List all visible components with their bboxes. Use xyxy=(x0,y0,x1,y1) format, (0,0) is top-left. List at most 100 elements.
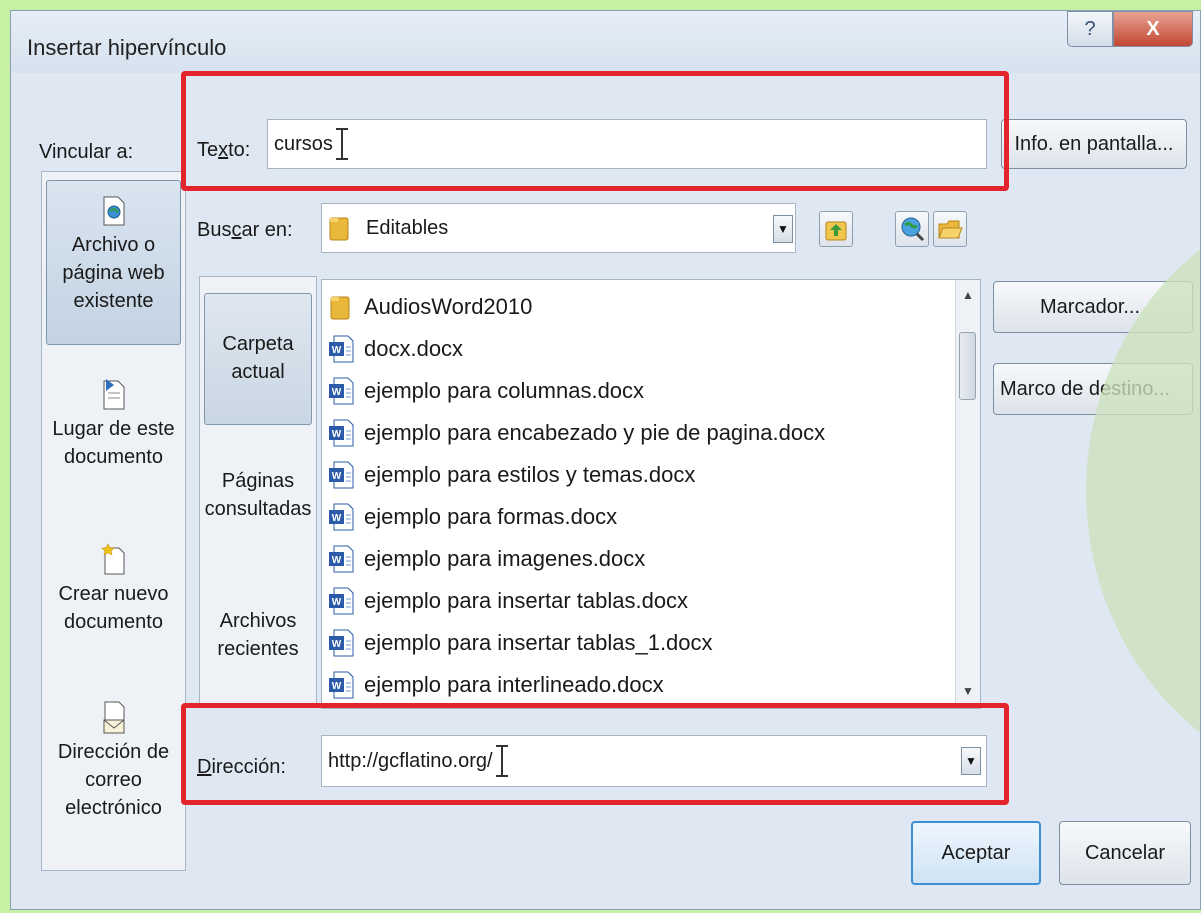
scroll-up-arrow-icon[interactable]: ▲ xyxy=(956,288,980,308)
word-document-icon: W xyxy=(329,335,354,363)
svg-text:W: W xyxy=(332,681,342,692)
current-folder-line1: Carpeta xyxy=(222,333,294,355)
scroll-down-arrow-icon[interactable]: ▼ xyxy=(956,684,980,704)
svg-text:W: W xyxy=(332,597,342,608)
text-input-value: cursos xyxy=(274,132,333,155)
address-cursor-icon xyxy=(495,744,509,778)
look-in-label: Buscar en: xyxy=(197,219,293,241)
browse-current-folder[interactable]: Carpeta actual xyxy=(204,293,312,425)
folder-icon xyxy=(329,217,349,241)
place-in-document-line1: Lugar de este xyxy=(52,418,175,440)
ok-button[interactable]: Aceptar xyxy=(911,821,1041,885)
link-to-place-in-document[interactable]: Lugar de este documento xyxy=(46,377,181,507)
file-list-item[interactable]: Wejemplo para encabezado y pie de pagina… xyxy=(328,416,825,450)
scroll-thumb[interactable] xyxy=(959,332,976,400)
word-document-icon: W xyxy=(329,545,354,573)
insert-hyperlink-dialog: Insertar hipervínculo ? X Vincular a: Te… xyxy=(10,10,1201,910)
file-list-item[interactable]: Wdocx.docx xyxy=(328,332,463,366)
svg-text:W: W xyxy=(332,345,342,356)
email-address-line2: correo xyxy=(85,769,142,791)
address-dropdown-arrow-icon[interactable]: ▼ xyxy=(961,747,981,775)
browse-web-button[interactable] xyxy=(895,211,929,247)
word-document-icon: W xyxy=(329,461,354,489)
address-label: Dirección: xyxy=(197,756,286,778)
file-name: ejemplo para imagenes.docx xyxy=(364,546,646,571)
ok-button-label: Aceptar xyxy=(941,841,1011,864)
up-one-folder-button[interactable] xyxy=(819,211,853,247)
file-name: docx.docx xyxy=(364,336,464,361)
existing-file-line1: Archivo o xyxy=(71,234,156,256)
file-list[interactable]: AudiosWord2010 Wdocx.docx Wejemplo para co… xyxy=(321,279,981,709)
file-name: ejemplo para columnas.docx xyxy=(364,378,645,403)
file-name: ejemplo para formas.docx xyxy=(364,504,618,529)
file-name: ejemplo para encabezado y pie de pagina.… xyxy=(364,420,826,445)
existing-file-line3: existente xyxy=(73,290,154,312)
create-new-document-line1: Crear nuevo xyxy=(58,583,169,605)
svg-text:W: W xyxy=(332,471,342,482)
link-to-label: Vincular a: xyxy=(39,141,134,163)
recent-files-line2: recientes xyxy=(217,638,299,660)
create-new-document-line2: documento xyxy=(64,611,163,633)
svg-text:W: W xyxy=(332,387,342,398)
screen-tip-button[interactable]: Info. en pantalla... xyxy=(1001,119,1187,169)
browse-file-button[interactable] xyxy=(933,211,967,247)
file-name: ejemplo para insertar tablas_1.docx xyxy=(364,630,713,655)
browsed-pages-line1: Páginas xyxy=(221,470,295,492)
svg-text:W: W xyxy=(332,513,342,524)
cancel-button[interactable]: Cancelar xyxy=(1059,821,1191,885)
file-list-item[interactable]: Wejemplo para formas.docx xyxy=(328,500,617,534)
current-folder-line2: actual xyxy=(231,361,285,383)
look-in-dropdown[interactable]: Editables xyxy=(321,203,796,253)
browse-options-panel: Carpeta actual Páginas consultadas Archi… xyxy=(199,276,317,706)
cancel-button-label: Cancelar xyxy=(1084,841,1166,864)
file-name: ejemplo para insertar tablas.docx xyxy=(364,588,689,613)
help-button[interactable]: ? xyxy=(1067,11,1113,47)
look-in-value: Editables xyxy=(366,216,449,239)
browse-browsed-pages[interactable]: Páginas consultadas xyxy=(204,467,312,537)
up-folder-icon xyxy=(825,221,847,241)
place-in-document-line2: documento xyxy=(64,446,163,468)
browsed-pages-line2: consultadas xyxy=(204,498,312,520)
look-in-dropdown-arrow-icon[interactable]: ▼ xyxy=(773,215,793,243)
address-input-value: http://gcflatino.org/ xyxy=(328,749,493,772)
existing-file-line2: página web xyxy=(62,262,165,284)
open-folder-icon xyxy=(938,220,963,239)
word-document-icon: W xyxy=(329,587,354,615)
word-document-icon: W xyxy=(329,377,354,405)
link-to-email-address[interactable]: Dirección de correo electrónico xyxy=(46,700,181,860)
address-input[interactable]: http://gcflatino.org/ xyxy=(321,735,987,787)
file-list-item[interactable]: Wejemplo para insertar tablas.docx xyxy=(328,584,688,618)
file-list-item[interactable]: Wejemplo para insertar tablas_1.docx xyxy=(328,626,713,660)
word-document-icon: W xyxy=(329,671,354,699)
file-list-item[interactable]: Wejemplo para imagenes.docx xyxy=(328,542,645,576)
screen-tip-button-label: Info. en pantalla... xyxy=(1014,132,1174,155)
title-bar: Insertar hipervínculo ? X xyxy=(11,11,1200,73)
recent-files-line1: Archivos xyxy=(219,610,297,632)
close-button[interactable]: X xyxy=(1113,11,1193,47)
word-document-icon: W xyxy=(329,629,354,657)
web-page-icon xyxy=(103,196,124,226)
email-address-line1: Dirección de xyxy=(57,741,170,763)
link-to-create-new-document[interactable]: Crear nuevo documento xyxy=(46,542,181,672)
file-list-item[interactable]: Wejemplo para interlineado.docx xyxy=(328,668,664,702)
text-input[interactable]: cursos xyxy=(267,119,987,169)
place-in-document-icon xyxy=(103,379,124,410)
file-list-item[interactable]: Wejemplo para columnas.docx xyxy=(328,374,644,408)
file-name: ejemplo para interlineado.docx xyxy=(364,672,664,697)
text-cursor-icon xyxy=(335,127,349,161)
text-label: Texto: xyxy=(197,139,251,161)
svg-text:W: W xyxy=(332,639,342,650)
file-list-item[interactable]: AudiosWord2010 xyxy=(328,290,532,324)
folder-icon xyxy=(330,296,350,320)
svg-text:W: W xyxy=(332,429,342,440)
globe-search-icon xyxy=(901,217,925,242)
dialog-title: Insertar hipervínculo xyxy=(27,35,227,60)
new-document-icon xyxy=(100,543,124,575)
email-address-line3: electrónico xyxy=(65,797,162,819)
file-list-item[interactable]: Wejemplo para estilos y temas.docx xyxy=(328,458,695,492)
bookmark-button-label: Marcador... xyxy=(1040,295,1141,318)
file-list-scrollbar[interactable]: ▲ ▼ xyxy=(955,280,980,708)
link-to-existing-file-or-web-page[interactable]: Archivo o página web existente xyxy=(46,180,181,345)
word-document-icon: W xyxy=(329,419,354,447)
browse-recent-files[interactable]: Archivos recientes xyxy=(204,607,312,677)
